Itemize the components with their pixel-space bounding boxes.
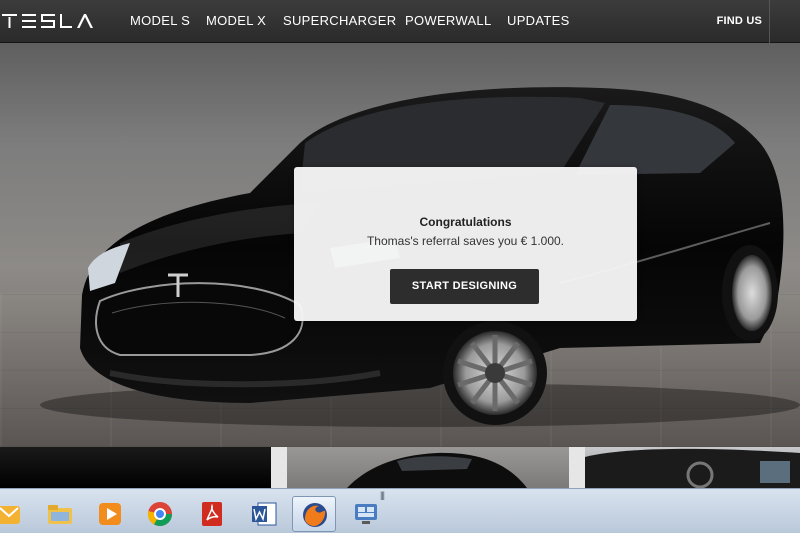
gallery-thumb-2[interactable] xyxy=(287,447,569,488)
nav-supercharger[interactable]: SUPERCHARGER xyxy=(283,13,396,28)
firefox-icon[interactable] xyxy=(292,496,336,532)
file-explorer-icon[interactable] xyxy=(38,496,82,532)
referral-modal: Congratulations Thomas's referral saves … xyxy=(294,167,637,321)
hero-section: Congratulations Thomas's referral saves … xyxy=(0,43,800,447)
outlook-icon[interactable] xyxy=(0,496,32,532)
media-player-icon[interactable] xyxy=(88,496,132,532)
acrobat-icon[interactable] xyxy=(190,496,234,532)
word-icon[interactable] xyxy=(242,496,286,532)
nav-divider xyxy=(769,0,770,43)
nav-find-us[interactable]: FIND US xyxy=(717,15,762,27)
nav-model-s[interactable]: MODEL S xyxy=(130,13,190,28)
nav-updates[interactable]: UPDATES xyxy=(507,13,570,28)
nav-model-x[interactable]: MODEL X xyxy=(206,13,266,28)
windows-taskbar: ||| xyxy=(0,488,800,533)
gallery-strip xyxy=(0,447,800,488)
nav-powerwall[interactable]: POWERWALL xyxy=(405,13,492,28)
tesla-logo[interactable] xyxy=(0,12,96,30)
modal-title: Congratulations xyxy=(419,215,512,229)
chrome-icon[interactable] xyxy=(138,496,182,532)
start-designing-button[interactable]: START DESIGNING xyxy=(390,269,539,304)
top-navigation: MODEL S MODEL X SUPERCHARGER POWERWALL U… xyxy=(0,0,800,43)
gallery-thumb-3[interactable] xyxy=(585,447,800,488)
referral-message: Thomas's referral saves you € 1.000. xyxy=(366,234,565,248)
remote-desktop-icon[interactable] xyxy=(344,496,388,532)
gallery-thumb-1[interactable] xyxy=(0,447,271,488)
